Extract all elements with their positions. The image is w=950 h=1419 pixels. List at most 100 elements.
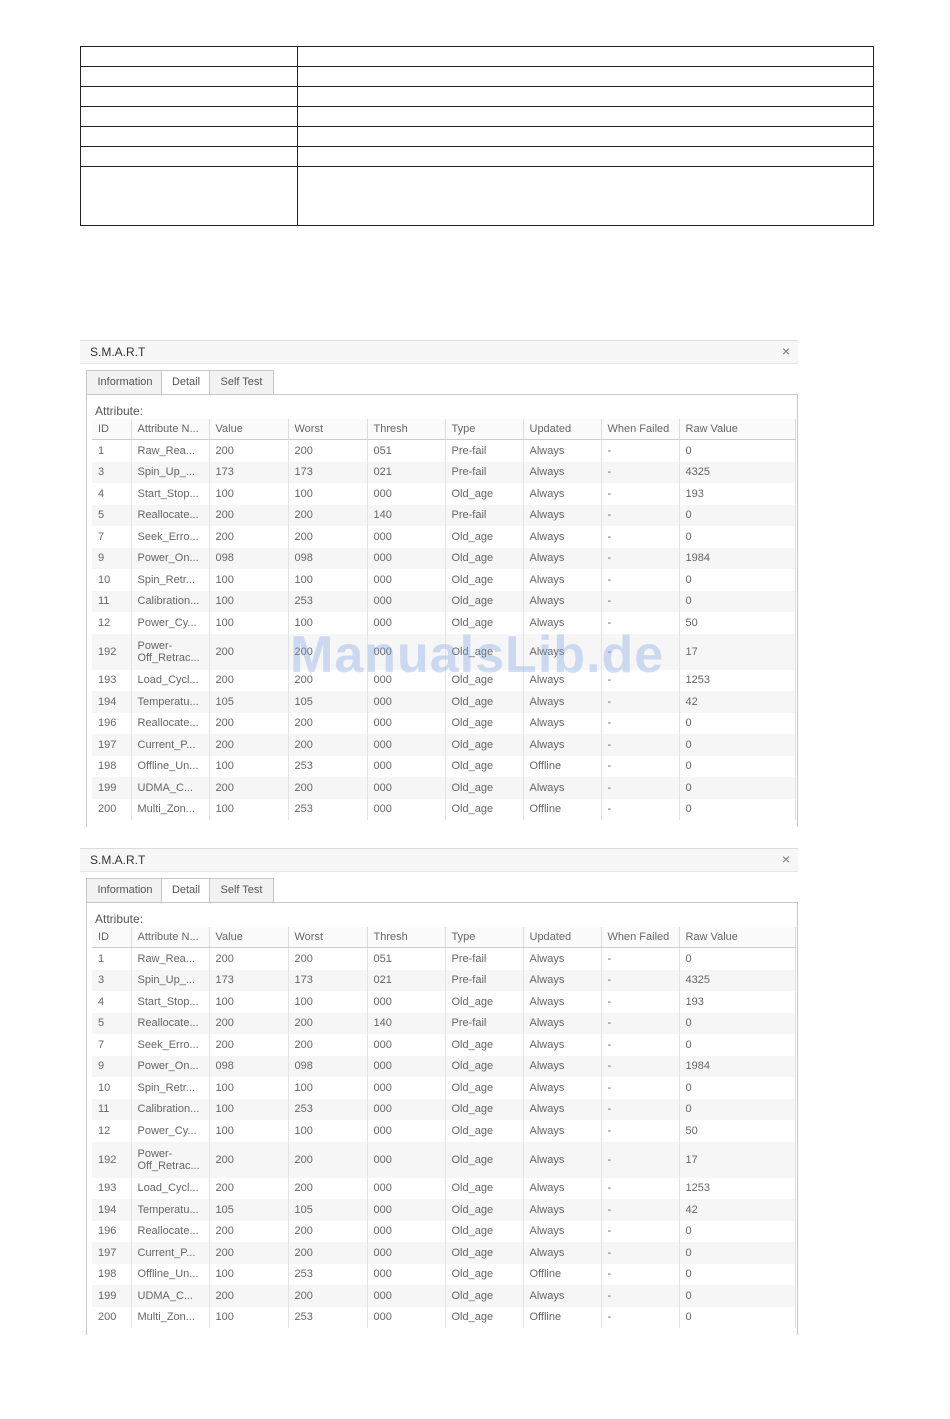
column-header[interactable]: Updated — [523, 419, 602, 440]
close-icon[interactable]: × — [782, 851, 790, 867]
table-row[interactable]: 194 Temperatu... 105 105 000 Old_age Always -42 — [92, 1199, 796, 1221]
table-cell: UDMA_C... — [131, 1285, 210, 1307]
tab-detail[interactable]: Detail — [161, 370, 211, 396]
table-cell: Always — [523, 1177, 602, 1199]
table-row[interactable]: 11 Calibration... 100 253 000 Old_age Always -0 — [92, 590, 796, 612]
table-row[interactable]: 3 Spin_Up_... 173 173 021 Pre-fail Always -4325 — [92, 969, 796, 991]
dialog-title: S.M.A.R.T — [90, 345, 146, 359]
tab-information[interactable]: Information — [86, 370, 164, 395]
table-row[interactable]: 4 Start_Stop... 100 100 000 Old_age Always -193 — [92, 483, 796, 505]
table-cell: 0 — [679, 947, 796, 970]
table-row[interactable]: 198 Offline_Un... 100 253 000 Old_age Offline -… — [92, 1263, 796, 1285]
table-row[interactable]: 11 Calibration... 100 253 000 Old_age Always -0 — [92, 1098, 796, 1120]
column-header[interactable]: Type — [445, 927, 524, 948]
table-cell: Raw_Rea... — [131, 947, 210, 970]
column-header[interactable]: Thresh — [367, 419, 446, 440]
table-cell: 198 — [92, 1263, 132, 1285]
tab-information[interactable]: Information — [86, 878, 164, 903]
column-header[interactable]: Worst — [288, 419, 368, 440]
table-cell: 0 — [679, 590, 796, 612]
table-cell: 199 — [92, 1285, 132, 1307]
table-row[interactable]: 197 Current_P... 200 200 000 Old_age Always -0 — [92, 1242, 796, 1264]
table-cell: 000 — [367, 1220, 446, 1242]
table-cell: 193 — [92, 669, 132, 691]
table-row[interactable]: 1 Raw_Rea... 200 200 051 Pre-fail Always -0 — [92, 439, 796, 462]
table-row[interactable]: 199 UDMA_C... 200 200 000 Old_age Always -0 — [92, 1285, 796, 1307]
table-cell: Always — [523, 547, 602, 569]
table-cell: - — [601, 947, 680, 970]
tab-self-test[interactable]: Self Test — [209, 370, 274, 395]
detail-panel: Attribute: ID Attribute N... Value Worst Thre… — [86, 902, 798, 1335]
column-header[interactable]: Value — [209, 927, 289, 948]
table-row[interactable]: 4 Start_Stop... 100 100 000 Old_age Always -193 — [92, 991, 796, 1013]
column-header[interactable]: Raw Value — [679, 927, 796, 948]
table-row[interactable]: 9 Power_On... 098 098 000 Old_age Always -1984 — [92, 1055, 796, 1077]
column-header[interactable]: Value — [209, 419, 289, 440]
table-cell: 000 — [367, 1199, 446, 1221]
table-cell: 100 — [209, 1306, 289, 1328]
table-row[interactable]: 7 Seek_Erro... 200 200 000 Old_age Always -0 — [92, 1034, 796, 1056]
table-row[interactable]: 199 UDMA_C... 200 200 000 Old_age Always -0 — [92, 777, 796, 799]
table-row[interactable]: 1 Raw_Rea... 200 200 051 Pre-fail Always -0 — [92, 947, 796, 970]
table-row[interactable]: 5 Reallocate... 200 200 140 Pre-fail Always -0 — [92, 1012, 796, 1034]
table-cell: 200 — [209, 669, 289, 691]
table-cell: 000 — [367, 798, 446, 820]
table-cell: Temperatu... — [131, 1199, 210, 1221]
table-row[interactable]: 196 Reallocate... 200 200 000 Old_age Always -0 — [92, 1220, 796, 1242]
table-row[interactable]: 197 Current_P... 200 200 000 Old_age Always -0 — [92, 734, 796, 756]
column-header[interactable]: When Failed — [601, 927, 680, 948]
table-row[interactable]: 10 Spin_Retr... 100 100 000 Old_age Always -0 — [92, 1077, 796, 1099]
table-cell: 200 — [288, 1220, 368, 1242]
close-icon[interactable]: × — [782, 343, 790, 359]
table-cell: 105 — [288, 1199, 368, 1221]
column-header[interactable]: Worst — [288, 927, 368, 948]
column-header[interactable]: Thresh — [367, 927, 446, 948]
table-cell: 0 — [679, 798, 796, 820]
table-cell: Offline — [523, 755, 602, 777]
table-row[interactable]: 3 Spin_Up_... 173 173 021 Pre-fail Always -4325 — [92, 461, 796, 483]
table-cell: 253 — [288, 798, 368, 820]
table-cell: Offline — [523, 1306, 602, 1328]
column-header[interactable]: Attribute N... — [131, 419, 210, 440]
table-row[interactable]: 200 Multi_Zon... 100 253 000 Old_age Offline -0 — [92, 798, 796, 820]
table-cell: Spin_Retr... — [131, 1077, 210, 1099]
table-row[interactable]: 7 Seek_Erro... 200 200 000 Old_age Always -0 — [92, 526, 796, 548]
table-cell: - — [601, 1263, 680, 1285]
table-row[interactable]: 12 Power_Cy... 100 100 000 Old_age Always -50 — [92, 1120, 796, 1142]
column-header[interactable]: Type — [445, 419, 524, 440]
table-cell: Old_age — [445, 1098, 524, 1120]
table-cell: 100 — [288, 483, 368, 505]
tab-self-test[interactable]: Self Test — [209, 878, 274, 903]
table-row[interactable]: 194 Temperatu... 105 105 000 Old_age Always -42 — [92, 691, 796, 713]
table-row[interactable]: 10 Spin_Retr... 100 100 000 Old_age Always -0 — [92, 569, 796, 591]
column-header[interactable]: When Failed — [601, 419, 680, 440]
table-cell: 253 — [288, 755, 368, 777]
table-cell: 200 — [288, 734, 368, 756]
table-row[interactable]: 192 Power-Off_Retrac... 200 200 000 Old_age Al… — [92, 1141, 796, 1178]
table-cell: - — [601, 969, 680, 991]
column-header[interactable]: ID — [92, 419, 132, 440]
table-cell: Reallocate... — [131, 1220, 210, 1242]
table-row[interactable]: 5 Reallocate... 200 200 140 Pre-fail Always -0 — [92, 504, 796, 526]
column-header[interactable]: ID — [92, 927, 132, 948]
column-header[interactable]: Attribute N... — [131, 927, 210, 948]
table-row[interactable]: 9 Power_On... 098 098 000 Old_age Always -1984 — [92, 547, 796, 569]
table-row[interactable]: 196 Reallocate... 200 200 000 Old_age Always -0 — [92, 712, 796, 734]
table-cell: - — [601, 1306, 680, 1328]
table-row[interactable]: 200 Multi_Zon... 100 253 000 Old_age Offline -0 — [92, 1306, 796, 1328]
table-cell: Always — [523, 712, 602, 734]
table-cell: Always — [523, 1034, 602, 1056]
table-cell: Old_age — [445, 712, 524, 734]
table-cell: 10 — [92, 1077, 132, 1099]
column-header[interactable]: Updated — [523, 927, 602, 948]
table-cell: 7 — [92, 1034, 132, 1056]
table-row[interactable]: 193 Load_Cycl... 200 200 000 Old_age Always -12… — [92, 1177, 796, 1199]
tab-detail[interactable]: Detail — [161, 878, 211, 904]
table-cell: 197 — [92, 734, 132, 756]
table-cell: Old_age — [445, 1141, 524, 1178]
table-cell: 100 — [288, 569, 368, 591]
table-cell: - — [601, 461, 680, 483]
table-row[interactable]: 198 Offline_Un... 100 253 000 Old_age Offline -… — [92, 755, 796, 777]
table-cell: 000 — [367, 691, 446, 713]
column-header[interactable]: Raw Value — [679, 419, 796, 440]
